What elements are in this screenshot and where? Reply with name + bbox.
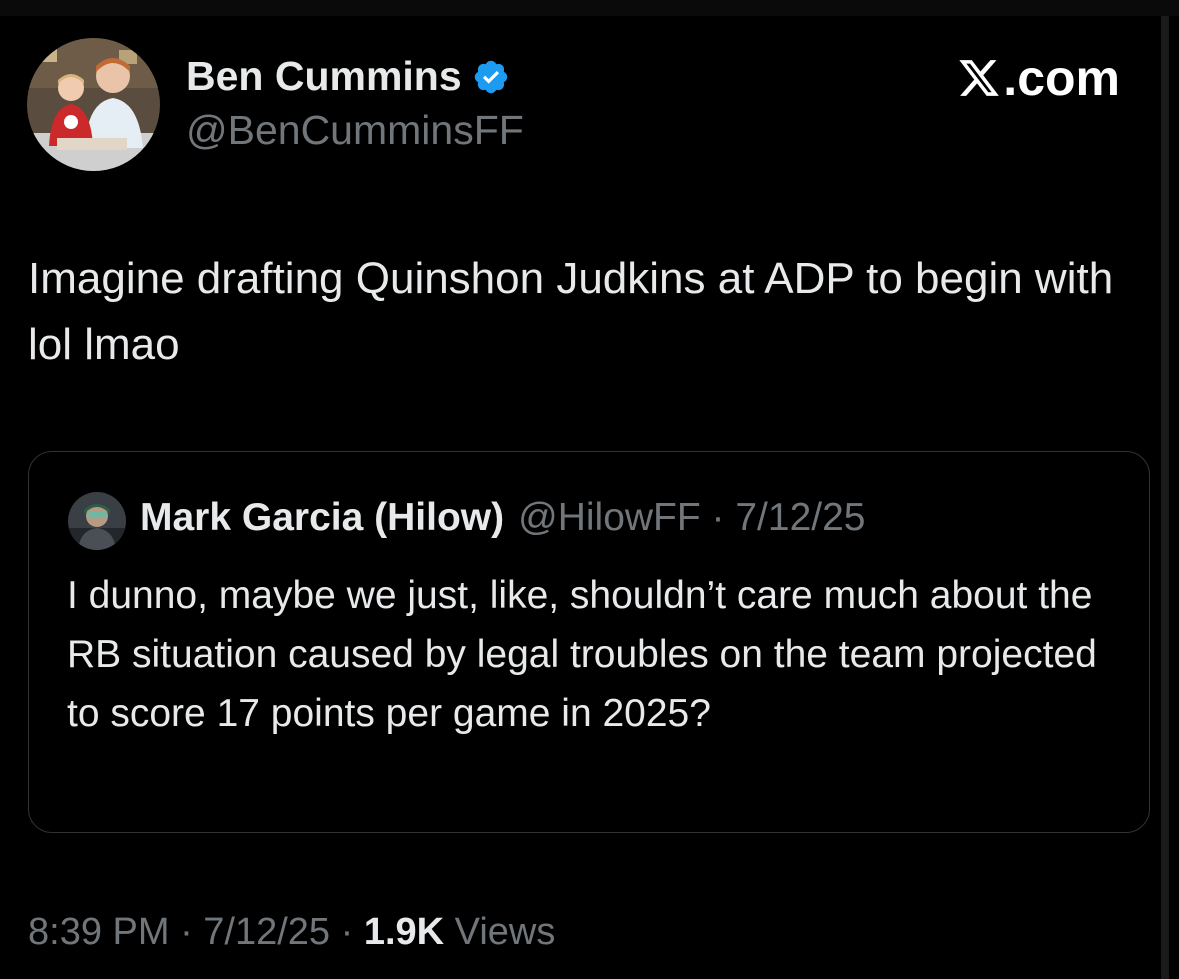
brand-text: .com bbox=[1003, 50, 1120, 106]
quote-handle-date[interactable]: @HilowFF · 7/12/25 bbox=[518, 496, 865, 540]
quote-header: Mark Garcia (Hilow) @HilowFF · 7/12/25 bbox=[140, 496, 865, 540]
timestamp[interactable]: 8:39 PM · 7/12/25 · bbox=[28, 911, 364, 953]
views-count: 1.9K bbox=[363, 911, 445, 953]
quote-author-avatar[interactable] bbox=[68, 492, 126, 550]
author-avatar[interactable] bbox=[27, 38, 160, 171]
quote-author-name[interactable]: Mark Garcia (Hilow) bbox=[140, 496, 504, 540]
verified-badge-icon bbox=[472, 58, 510, 96]
tweet-text: Imagine drafting Quinshon Judkins at ADP… bbox=[28, 254, 1126, 369]
views-label: Views bbox=[444, 911, 556, 953]
author-name[interactable]: Ben Cummins bbox=[186, 52, 462, 100]
author-handle[interactable]: @BenCumminsFF bbox=[186, 106, 524, 154]
tweet-footer: 8:39 PM · 7/12/25 · 1.9K Views bbox=[28, 908, 555, 956]
avatar-photo-icon bbox=[27, 38, 160, 171]
tweet-card: Ben Cummins @BenCumminsFF .com Imagine d… bbox=[0, 0, 1160, 979]
x-logo-icon bbox=[957, 56, 1001, 100]
scrollbar[interactable] bbox=[1161, 16, 1169, 979]
author-name-row: Ben Cummins bbox=[186, 52, 510, 100]
quote-text: I dunno, maybe we just, like, shouldn’t … bbox=[67, 574, 1097, 735]
brand-watermark: .com bbox=[957, 50, 1120, 106]
quote-avatar-photo-icon bbox=[68, 492, 126, 550]
quoted-tweet-card[interactable]: Mark Garcia (Hilow) @HilowFF · 7/12/25 I… bbox=[28, 451, 1150, 833]
